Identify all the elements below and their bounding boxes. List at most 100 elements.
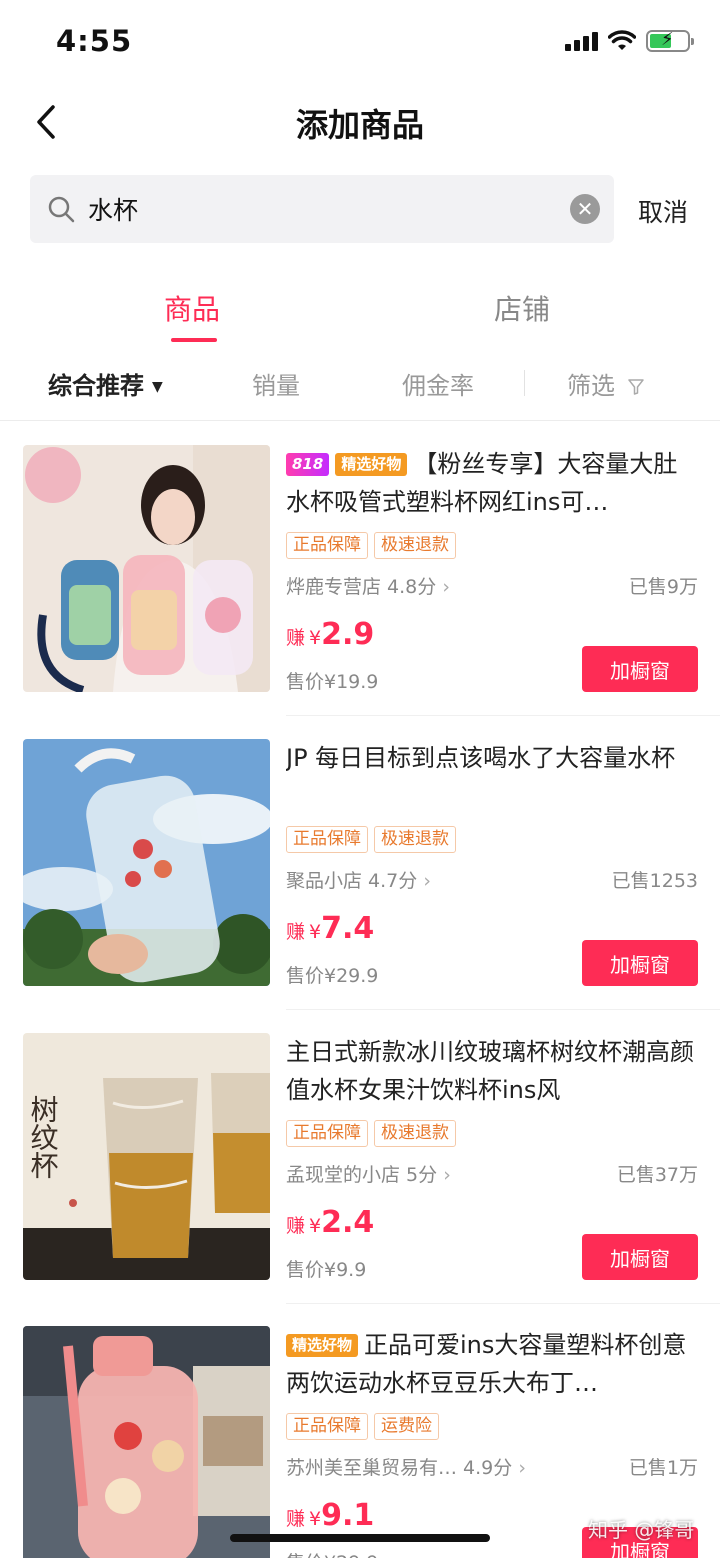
badge-authentic: 正品保障 — [286, 532, 368, 559]
sort-sales[interactable]: 销量 — [252, 366, 300, 401]
add-to-showcase-button[interactable]: 加橱窗 — [582, 940, 698, 986]
tab-bar: 商品 店铺 — [0, 282, 720, 348]
shop-name: 烨鹿专营店 4.8分 — [286, 576, 437, 598]
product-separator — [286, 715, 720, 716]
sort-comprehensive[interactable]: 综合推荐 ▼ — [48, 366, 163, 401]
image-caption-text: 树纹杯 — [27, 1095, 60, 1179]
selected-goods-tag: 精选好物 — [286, 1334, 359, 1357]
product-title[interactable]: 主日式新款冰川纹玻璃杯树纹杯潮高颜值水杯女果汁饮料杯ins风 — [286, 1033, 698, 1111]
earn-amount: 2.4 — [321, 1205, 375, 1240]
search-icon — [48, 196, 75, 223]
search-input[interactable] — [88, 194, 570, 224]
shop-link[interactable]: 聚品小店 4.7分 › — [286, 870, 431, 892]
earn-label: 赚 — [286, 921, 306, 943]
product-title-text: 主日式新款冰川纹玻璃杯树纹杯潮高颜值水杯女果汁饮料杯ins风 — [286, 1038, 694, 1104]
sold-count: 已售9万 — [628, 576, 698, 598]
status-icons: ⚡ — [565, 29, 694, 52]
close-icon: ✕ — [576, 197, 594, 221]
commission-earn: 赚 ¥2.4 — [286, 1205, 374, 1240]
shop-name: 孟现堂的小店 5分 — [286, 1164, 438, 1186]
product-separator — [286, 1009, 720, 1010]
add-to-showcase-button[interactable]: 加橱窗 — [582, 1234, 698, 1280]
tab-goods[interactable]: 商品 — [164, 288, 220, 328]
commission-earn: 赚 ¥9.1 — [286, 1498, 374, 1533]
sold-count: 已售37万 — [616, 1164, 698, 1186]
badge-refund: 极速退款 — [374, 826, 456, 853]
shop-name: 苏州美至巢贸易有… 4.9分 — [286, 1457, 513, 1479]
battery-icon: ⚡ — [646, 29, 694, 52]
filter-divider-line — [0, 420, 720, 421]
badge-refund: 极速退款 — [374, 1120, 456, 1147]
filter-divider — [524, 370, 525, 396]
product-title[interactable]: 精选好物 正品可爱ins大容量塑料杯创意两饮运动水杯豆豆乐大布丁… — [286, 1326, 698, 1404]
earn-amount: 2.9 — [321, 617, 375, 652]
earn-currency: ¥ — [309, 1215, 322, 1237]
earn-amount: 7.4 — [321, 911, 375, 946]
shop-line: 聚品小店 4.7分 › 已售1253 — [286, 866, 698, 893]
sold-count: 已售1万 — [628, 1457, 698, 1479]
earn-currency: ¥ — [309, 1508, 322, 1530]
badge-row: 正品保障 极速退款 — [286, 1120, 462, 1147]
product-separator — [286, 1303, 720, 1304]
funnel-icon — [627, 379, 644, 395]
nav-bar: 添加商品 — [0, 86, 720, 158]
badge-authentic: 正品保障 — [286, 826, 368, 853]
earn-label: 赚 — [286, 1508, 306, 1530]
badge-refund: 极速退款 — [374, 532, 456, 559]
earn-label: 赚 — [286, 1215, 306, 1237]
tab-active-indicator — [171, 338, 217, 342]
sale-price: 售价¥9.9 — [286, 1259, 367, 1281]
home-indicator[interactable] — [230, 1534, 490, 1542]
badge-authentic: 正品保障 — [286, 1413, 368, 1440]
product-info: JP 每日目标到点该喝水了大容量水杯 正品保障 极速退款 聚品小店 4.7分 › … — [286, 739, 698, 987]
selected-goods-tag: 精选好物 — [335, 453, 408, 476]
tab-shops[interactable]: 店铺 — [494, 288, 550, 328]
shop-link[interactable]: 烨鹿专营店 4.8分 › — [286, 576, 450, 598]
product-image[interactable] — [23, 1326, 270, 1558]
cancel-button[interactable]: 取消 — [638, 193, 688, 229]
clear-search-button[interactable]: ✕ — [570, 194, 600, 224]
product-image[interactable] — [23, 445, 270, 692]
commission-earn: 赚 ¥7.4 — [286, 911, 374, 946]
product-image[interactable] — [23, 739, 270, 986]
badge-authentic: 正品保障 — [286, 1120, 368, 1147]
status-time: 4:55 — [56, 24, 133, 58]
filter-label: 筛选 — [567, 372, 615, 400]
earn-currency: ¥ — [309, 627, 322, 649]
sold-count: 已售1253 — [611, 870, 698, 892]
promo-818-tag: 818 — [286, 453, 330, 476]
add-to-showcase-button[interactable]: 加橱窗 — [582, 646, 698, 692]
chevron-right-icon: › — [518, 1457, 526, 1479]
earn-label: 赚 — [286, 627, 306, 649]
sale-price: 售价¥29.9 — [286, 965, 379, 987]
product-title[interactable]: JP 每日目标到点该喝水了大容量水杯 — [286, 739, 698, 817]
shop-line: 烨鹿专营店 4.8分 › 已售9万 — [286, 572, 698, 599]
shop-link[interactable]: 孟现堂的小店 5分 › — [286, 1164, 451, 1186]
badge-row: 正品保障 运费险 — [286, 1413, 445, 1440]
filter-button[interactable]: 筛选 — [567, 366, 645, 401]
caret-down-icon: ▼ — [152, 379, 163, 395]
product-info: 主日式新款冰川纹玻璃杯树纹杯潮高颜值水杯女果汁饮料杯ins风 正品保障 极速退款 … — [286, 1033, 698, 1281]
shop-name: 聚品小店 4.7分 — [286, 870, 418, 892]
commission-earn: 赚 ¥2.9 — [286, 617, 374, 652]
product-card[interactable]: 818 精选好物 【粉丝专享】大容量大肚水杯吸管式塑料杯网红ins可… 正品保障 极速… — [0, 445, 720, 716]
sort-comprehensive-label: 综合推荐 — [48, 372, 144, 400]
search-box[interactable]: ✕ — [30, 175, 614, 243]
product-info: 818 精选好物 【粉丝专享】大容量大肚水杯吸管式塑料杯网红ins可… 正品保障 极速… — [286, 445, 698, 693]
earn-currency: ¥ — [309, 921, 322, 943]
product-title[interactable]: 818 精选好物 【粉丝专享】大容量大肚水杯吸管式塑料杯网红ins可… — [286, 445, 698, 523]
shop-line: 苏州美至巢贸易有… 4.9分 › 已售1万 — [286, 1453, 698, 1480]
shop-link[interactable]: 苏州美至巢贸易有… 4.9分 › — [286, 1457, 526, 1479]
wifi-icon — [608, 30, 636, 50]
chevron-right-icon: › — [443, 1164, 451, 1186]
page-title: 添加商品 — [295, 106, 424, 144]
product-image[interactable]: 树纹杯 — [23, 1033, 270, 1280]
chevron-right-icon: › — [442, 576, 450, 598]
badge-shipping-insurance: 运费险 — [374, 1413, 439, 1440]
sort-commission[interactable]: 佣金率 — [402, 366, 474, 401]
product-card[interactable]: 树纹杯 主日式新款冰川纹玻璃杯树纹杯潮高颜值水杯女果汁饮料杯ins风 正品保障极… — [0, 1033, 720, 1304]
sort-filter-bar: 综合推荐 ▼ 销量 佣金率 筛选 — [0, 356, 720, 414]
status-bar: 4:55 ⚡ — [0, 0, 720, 86]
sale-price: 售价¥29.9 — [286, 1548, 378, 1558]
product-card[interactable]: JP 每日目标到点该喝水了大容量水杯 正品保障 极速退款 聚品小店 4.7分 › … — [0, 739, 720, 1010]
